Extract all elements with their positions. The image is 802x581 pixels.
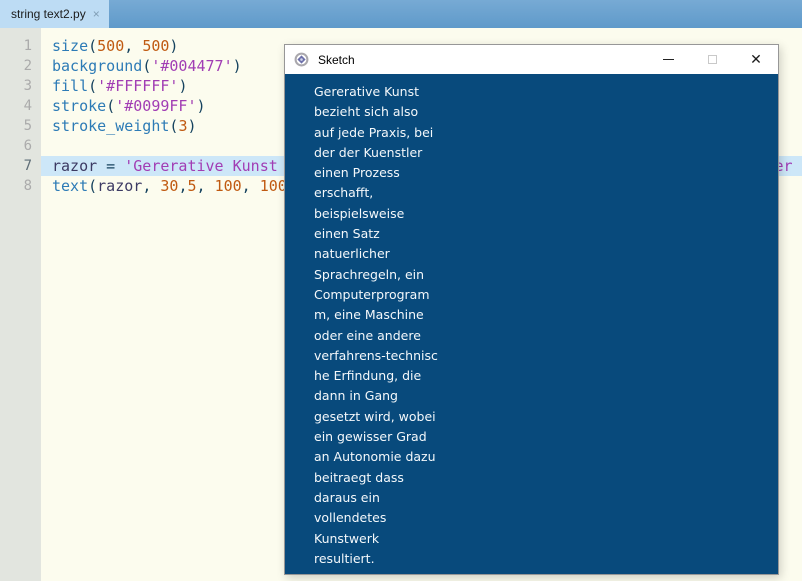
code-token: '#0099FF' (115, 97, 197, 115)
canvas-text-line: bezieht sich also (314, 104, 419, 120)
line-number: 1 (23, 38, 32, 54)
minimize-button[interactable] (646, 45, 690, 74)
tab-bar: string text2.py × (0, 0, 802, 28)
line-number: 2 (23, 58, 32, 74)
code-token: fill (52, 77, 89, 95)
canvas-text-line: gesetzt wird, wobei (314, 408, 436, 424)
gutter: 1 2 3 4 5 6 7 8 (0, 28, 41, 581)
code-token: 500 (142, 37, 170, 55)
code-token: 500 (97, 37, 125, 55)
code-token: ( (142, 57, 152, 75)
code-token: stroke (52, 97, 107, 115)
code-token: 100 (259, 177, 287, 195)
canvas-text-line: einen Prozess (314, 165, 400, 181)
code-token: stroke_weight (52, 117, 170, 135)
sketch-window: Sketch ✕ Gererative Kunst bezieht sich al… (284, 44, 779, 575)
canvas-text-line: Computerprogram (314, 286, 430, 302)
canvas-text-line: beitraegt dass (314, 469, 404, 485)
window-controls: ✕ (646, 45, 778, 74)
canvas-text-line: beispielsweise (314, 205, 405, 221)
line-number: 4 (23, 98, 32, 114)
code-token: 5 (187, 177, 197, 195)
line-number: 3 (23, 78, 32, 94)
line-number: 7 (23, 158, 32, 174)
line-number: 5 (23, 118, 32, 134)
code-token: ) (232, 57, 242, 75)
close-button[interactable]: ✕ (734, 45, 778, 74)
maximize-icon (707, 55, 717, 64)
canvas-text-line: erschafft, (314, 185, 374, 201)
canvas-text-line: Gererative Kunst (314, 84, 419, 99)
code-token: '#004477' (151, 57, 233, 75)
sketch-canvas: Gererative Kunst bezieht sich also auf jed… (285, 74, 778, 574)
canvas-text-line: oder eine andere (314, 327, 421, 343)
code-token: ( (88, 37, 98, 55)
code-token: razor (52, 157, 98, 175)
line-number: 6 (23, 138, 32, 154)
code-token: '#FFFFFF' (97, 77, 179, 95)
canvas-text-line: Kunstwerk (314, 530, 380, 546)
canvas-text-line: he Erfindung, die (314, 368, 422, 384)
code-token: ( (88, 77, 98, 95)
code-token: text (52, 177, 89, 195)
code-token: background (52, 57, 143, 75)
code-token: , (196, 177, 215, 195)
code-token: 30 (160, 177, 179, 195)
canvas-text-line: m, eine Maschine (314, 307, 424, 323)
canvas-text-line: dann in Gang (314, 388, 398, 404)
code-token: size (52, 37, 89, 55)
code-token: ) (169, 37, 179, 55)
screen: string text2.py × 12345678 size(500, 500… (0, 0, 802, 581)
code-token: , (124, 37, 143, 55)
window-title: Sketch (318, 52, 355, 67)
tab-close-icon[interactable]: × (93, 8, 100, 20)
code-token: ) (196, 97, 206, 115)
line-number: 8 (23, 178, 32, 194)
canvas-text-line: der der Kuenstler (314, 144, 423, 160)
canvas-text-line: an Autonomie dazu (314, 449, 436, 465)
code-token: razor (97, 177, 143, 195)
code-token: ( (88, 177, 98, 195)
canvas-text-line: auf jede Praxis, bei (314, 124, 434, 140)
maximize-button[interactable] (690, 45, 734, 74)
minimize-icon (662, 59, 674, 60)
code-token: ) (187, 117, 197, 135)
canvas-text-line: vollendetes (314, 510, 387, 526)
canvas-text-line: resultiert. (314, 550, 375, 566)
tab-label: string text2.py (11, 7, 86, 21)
canvas-text-line: einen Satz (314, 226, 380, 242)
code-token: ) (178, 77, 188, 95)
sketch-titlebar[interactable]: Sketch ✕ (285, 45, 778, 74)
code-token: ( (106, 97, 116, 115)
canvas-text-line: natuerlicher (314, 246, 390, 262)
canvas-text-line: Sprachregeln, ein (314, 266, 425, 282)
close-icon: ✕ (750, 51, 762, 68)
code-token: , (241, 177, 260, 195)
canvas-text-line: verfahrens-technisc (314, 347, 438, 363)
tab-string-text2[interactable]: string text2.py × (0, 0, 109, 28)
canvas-text-line: daraus ein (314, 489, 380, 505)
canvas-text-line: ein gewisser Grad (314, 429, 427, 445)
code-token: = (97, 157, 125, 175)
processing-sketch-icon (294, 52, 309, 67)
code-token: , (142, 177, 161, 195)
code-token: 100 (214, 177, 242, 195)
